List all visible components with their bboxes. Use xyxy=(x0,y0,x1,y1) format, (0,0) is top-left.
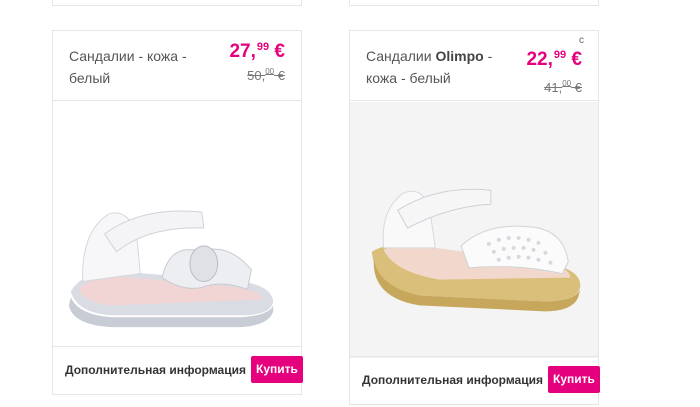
product-grid: Сандалии - кожа - белый 27,99 € 50,00 € xyxy=(0,0,700,407)
old-price: 50,00 € xyxy=(247,67,285,83)
product-card-footer: Дополнительная информация Купить xyxy=(53,346,303,394)
current-price: 22,99 € xyxy=(526,49,582,70)
product-card[interactable]: Сандалии - кожа - белый 27,99 € 50,00 € xyxy=(52,30,303,395)
white-sandal-image xyxy=(53,102,301,348)
product-card-header: Сандалии - кожа - белый 27,99 € 50,00 € xyxy=(53,31,301,101)
current-price: 27,99 € xyxy=(229,41,285,62)
old-price: 41,00 € xyxy=(544,79,582,95)
brand-name: Olimpo xyxy=(435,48,484,64)
product-image[interactable] xyxy=(350,102,598,358)
olimpo-sandal-image xyxy=(350,103,598,357)
product-card[interactable]: Сандалии Olimpo - кожа - белый с 22,99 €… xyxy=(349,30,600,405)
buy-button[interactable]: Купить xyxy=(251,356,303,383)
product-title[interactable]: Сандалии - кожа - белый xyxy=(69,45,229,89)
product-title[interactable]: Сандалии Olimpo - кожа - белый xyxy=(366,45,526,89)
product-image[interactable] xyxy=(53,102,301,348)
product-card-footer: Дополнительная информация Купить xyxy=(350,356,600,404)
corner-mark: с xyxy=(579,35,584,46)
product-card-header: Сандалии Olimpo - кожа - белый с 22,99 €… xyxy=(350,31,598,101)
more-info-link[interactable]: Дополнительная информация xyxy=(362,373,543,387)
buy-button[interactable]: Купить xyxy=(548,366,600,393)
more-info-link[interactable]: Дополнительная информация xyxy=(65,363,246,377)
previous-card-bottom xyxy=(52,0,302,6)
previous-card-bottom xyxy=(349,0,599,6)
